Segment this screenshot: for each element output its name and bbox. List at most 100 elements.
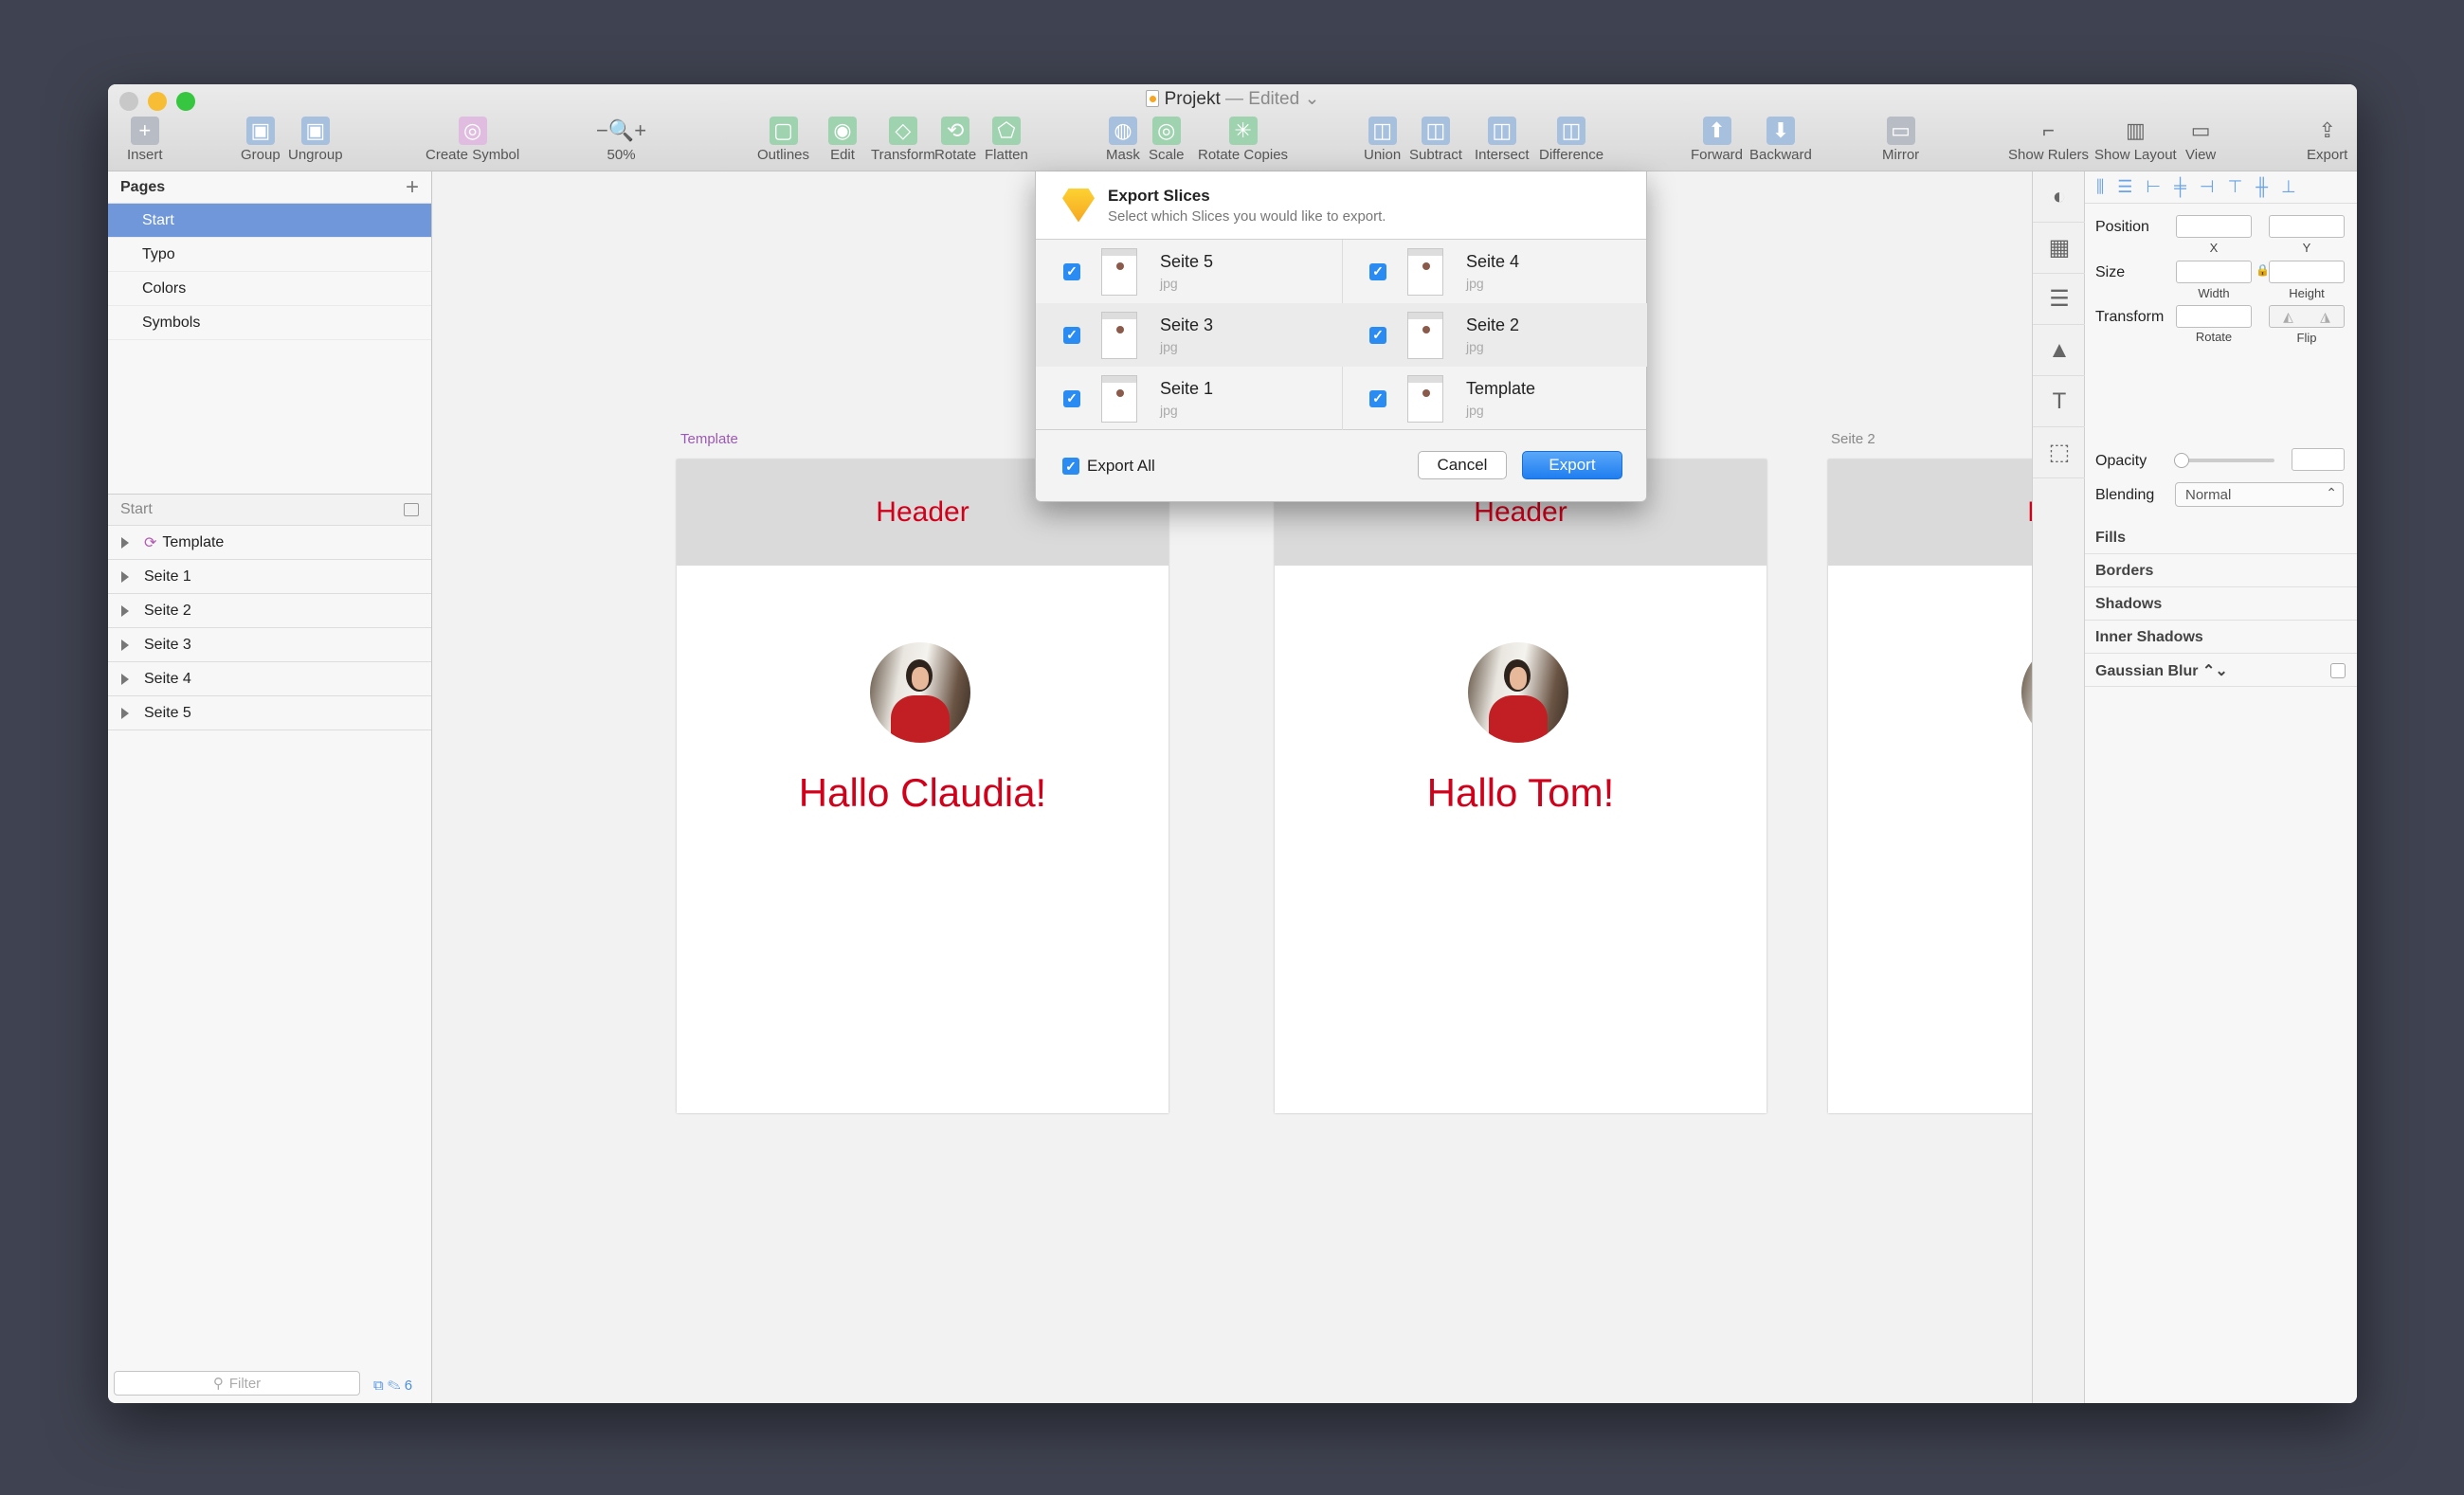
artboard-template[interactable]: Header Hallo Claudia! — [677, 459, 1169, 1113]
toolbar-insert-button[interactable]: + Insert — [127, 117, 163, 163]
disclosure-triangle-icon[interactable] — [121, 673, 129, 685]
page-item-symbols[interactable]: Symbols — [108, 306, 431, 340]
slice-row[interactable]: ✓ Seite 5 jpg — [1036, 240, 1342, 303]
slice-checkbox[interactable]: ✓ — [1063, 262, 1080, 280]
layer-row[interactable]: Seite 2 — [108, 594, 431, 628]
style-tab-icon[interactable]: ◐ — [2033, 171, 2086, 223]
slice-row[interactable]: ✓ Template jpg — [1342, 367, 1647, 430]
blending-select[interactable]: Normal ⌃ — [2175, 482, 2344, 507]
align-top-icon[interactable]: ⊤ — [2228, 177, 2243, 197]
disclosure-triangle-icon[interactable] — [121, 536, 129, 549]
slice-row[interactable]: ✓ Seite 3 jpg — [1036, 303, 1342, 367]
slice-checkbox[interactable]: ✓ — [1063, 326, 1080, 344]
toolbar-show-rulers-button[interactable]: ⌐ Show Rulers — [2008, 117, 2089, 163]
layer-tab-icon[interactable]: ☰ — [2033, 274, 2086, 325]
collapse-layers-icon[interactable] — [404, 503, 419, 516]
layer-row[interactable]: Seite 5 — [108, 696, 431, 730]
align-right-icon[interactable]: ⊣ — [2200, 177, 2215, 197]
gaussian-blur-checkbox[interactable] — [2330, 662, 2346, 678]
lock-ratio-icon[interactable]: 🔒 — [2256, 263, 2270, 277]
export-all-checkbox[interactable]: ✓ — [1062, 458, 1079, 475]
toolbar-scale-button[interactable]: ◎ Scale — [1149, 117, 1185, 163]
position-y-input[interactable] — [2269, 215, 2345, 238]
toolbar-zoom-button[interactable]: −🔍+ 50% — [596, 117, 646, 163]
rotate-input[interactable] — [2176, 305, 2252, 328]
width-input[interactable] — [2176, 261, 2252, 283]
section-fills[interactable]: Fills — [2085, 522, 2357, 554]
resize-tab-icon[interactable]: ⬚ — [2033, 427, 2086, 478]
distribute-horizontal-icon[interactable]: ⫼ — [2096, 177, 2104, 197]
filter-tools[interactable]: ⧉ ✎ 6 — [373, 1378, 412, 1394]
image-tab-icon[interactable]: ▲ — [2033, 325, 2086, 376]
toolbar-forward-button[interactable]: ⬆ Forward — [1691, 117, 1743, 163]
toolbar-difference-button[interactable]: ◫ Difference — [1539, 117, 1603, 163]
distribute-vertical-icon[interactable]: ☰ — [2117, 177, 2132, 197]
slice-checkbox[interactable]: ✓ — [1369, 389, 1386, 407]
height-input[interactable] — [2269, 261, 2345, 283]
artboard-tom[interactable]: Header Hallo Tom! — [1275, 459, 1766, 1113]
toolbar-edit-button[interactable]: ◉ Edit — [828, 117, 857, 163]
flip-horizontal-icon[interactable]: ◭ — [2283, 309, 2293, 325]
disclosure-triangle-icon[interactable] — [121, 604, 129, 617]
layer-row[interactable]: Seite 1 — [108, 560, 431, 594]
edited-status[interactable]: — Edited ⌄ — [1225, 89, 1319, 109]
export-all-label[interactable]: Export All — [1087, 457, 1155, 476]
slice-row[interactable]: ✓ Seite 2 jpg — [1342, 303, 1647, 367]
toolbar-backward-button[interactable]: ⬇ Backward — [1749, 117, 1812, 163]
disclosure-triangle-icon[interactable] — [121, 639, 129, 651]
toolbar-outlines-button[interactable]: ▢ Outlines — [757, 117, 809, 163]
align-left-icon[interactable]: ⊢ — [2146, 177, 2161, 197]
toolbar-mask-button[interactable]: ◍ Mask — [1106, 117, 1140, 163]
toolbar-subtract-button[interactable]: ◫ Subtract — [1409, 117, 1462, 163]
page-item-colors[interactable]: Colors — [108, 272, 431, 306]
layer-filter-input[interactable]: ⚲ Filter — [114, 1371, 360, 1396]
layout-tab-icon[interactable]: ▦ — [2033, 223, 2086, 274]
slice-row[interactable]: ✓ Seite 4 jpg — [1342, 240, 1647, 303]
toolbar-flatten-button[interactable]: ⬠ Flatten — [985, 117, 1028, 163]
toolbar-create-symbol-button[interactable]: ◎ Create Symbol — [426, 117, 519, 163]
opacity-slider[interactable] — [2174, 453, 2274, 468]
toolbar-mirror-button[interactable]: ▭ Mirror — [1882, 117, 1919, 163]
section-gaussian[interactable]: Gaussian Blur ⌃⌄ — [2085, 655, 2357, 687]
text-tab-icon[interactable]: T — [2033, 376, 2086, 427]
artboard-label-0[interactable]: Template — [680, 431, 738, 447]
toolbar-transform-button[interactable]: ◇ Transform — [871, 117, 935, 163]
slice-checkbox[interactable]: ✓ — [1063, 389, 1080, 407]
opacity-input[interactable] — [2292, 448, 2345, 471]
layer-row[interactable]: Seite 4 — [108, 662, 431, 696]
disclosure-triangle-icon[interactable] — [121, 570, 129, 583]
position-x-input[interactable] — [2176, 215, 2252, 238]
toolbar-export-button[interactable]: ⇪ Export — [2307, 117, 2347, 163]
toolbar-rotate-copies-button[interactable]: ✳ Rotate Copies — [1198, 117, 1288, 163]
slice-row[interactable]: ✓ Seite 1 jpg — [1036, 367, 1342, 430]
align-bottom-icon[interactable]: ⊥ — [2281, 177, 2296, 197]
cancel-button[interactable]: Cancel — [1418, 451, 1507, 479]
forward-label: Forward — [1691, 147, 1744, 163]
artboard-seite-2[interactable]: Header Hallo — [1828, 459, 2032, 1113]
section-shadows[interactable]: Shadows — [2085, 588, 2357, 621]
toolbar-rotate-button[interactable]: ⟲ Rotate — [934, 117, 976, 163]
slice-checkbox[interactable]: ✓ — [1369, 326, 1386, 344]
align-center-icon[interactable]: ╪ — [2174, 177, 2186, 197]
toolbar-group-button[interactable]: ▣ Group — [241, 117, 281, 163]
flip-buttons[interactable]: ◭ ◮ — [2269, 305, 2345, 328]
section-inner-shadows[interactable]: Inner Shadows — [2085, 621, 2357, 654]
layer-row[interactable]: ⟳ Template — [108, 526, 431, 560]
layer-row[interactable]: Seite 3 — [108, 628, 431, 662]
section-borders[interactable]: Borders — [2085, 555, 2357, 587]
page-item-start[interactable]: Start — [108, 204, 431, 238]
toolbar-intersect-button[interactable]: ◫ Intersect — [1475, 117, 1530, 163]
align-middle-icon[interactable]: ╫ — [2256, 177, 2268, 197]
export-button[interactable]: Export — [1522, 451, 1622, 479]
page-item-typo[interactable]: Typo — [108, 238, 431, 272]
toolbar-union-button[interactable]: ◫ Union — [1364, 117, 1401, 163]
toolbar-ungroup-button[interactable]: ▣ Ungroup — [288, 117, 343, 163]
slice-checkbox[interactable]: ✓ — [1369, 262, 1386, 280]
flip-vertical-icon[interactable]: ◮ — [2320, 309, 2330, 325]
artboard-label-2[interactable]: Seite 2 — [1831, 431, 1875, 447]
toolbar-view-button[interactable]: ▭ View — [2185, 117, 2216, 163]
disclosure-triangle-icon[interactable] — [121, 707, 129, 719]
toolbar-show-layout-button[interactable]: ▥ Show Layout — [2094, 117, 2177, 163]
add-page-button[interactable]: + — [406, 174, 419, 201]
opacity-slider-knob[interactable] — [2174, 453, 2189, 468]
